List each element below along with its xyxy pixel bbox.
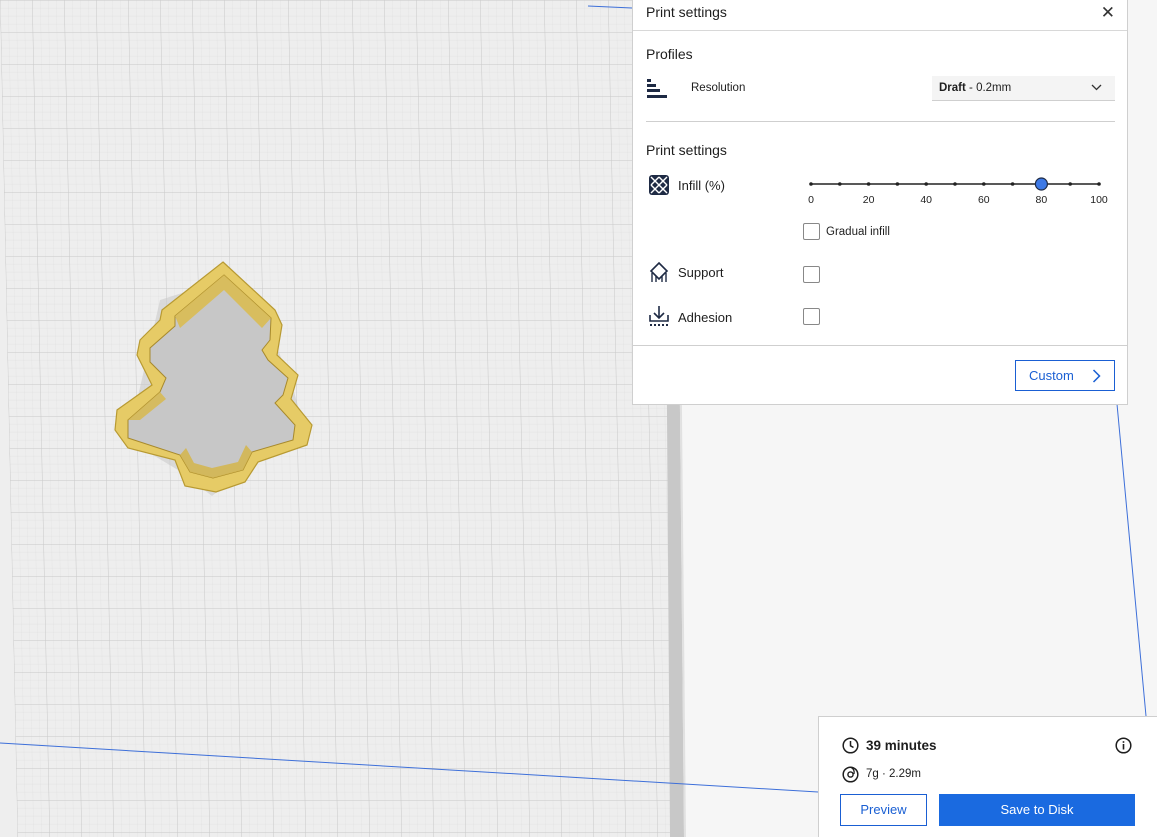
infill-tick-label: 20 <box>862 194 875 206</box>
infill-tick-labels: 0 20 40 60 80 100 <box>803 194 1113 208</box>
infill-slider[interactable] <box>809 174 1101 194</box>
gradual-infill-label: Gradual infill <box>826 226 890 238</box>
clock-icon <box>842 737 859 754</box>
infill-slider-tick <box>838 182 842 186</box>
chevron-down-icon <box>1091 84 1102 91</box>
resolution-value-rest: - 0.2mm <box>965 82 1012 94</box>
spool-icon <box>842 766 859 783</box>
gradual-infill-checkbox[interactable] <box>803 223 820 240</box>
info-icon[interactable] <box>1115 737 1132 754</box>
print-settings-heading: Print settings <box>646 142 727 158</box>
infill-pattern-icon <box>649 175 669 195</box>
infill-tick-label: 40 <box>920 194 933 206</box>
material-usage: 7g · 2.29m <box>866 768 921 780</box>
chevron-right-icon <box>1092 369 1101 383</box>
print-settings-panel: Print settings ✕ Profiles Resolution Dra… <box>632 0 1128 405</box>
adhesion-icon <box>649 306 669 326</box>
print-time: 39 minutes <box>866 738 937 753</box>
infill-slider-tick <box>866 182 871 186</box>
infill-slider-tick <box>895 182 900 186</box>
infill-slider-tick <box>924 182 928 186</box>
close-icon[interactable]: ✕ <box>1101 4 1115 21</box>
adhesion-label: Adhesion <box>678 310 733 325</box>
infill-tick-label: 80 <box>1035 194 1048 206</box>
infill-tick-label: 60 <box>977 194 990 206</box>
save-to-disk-button[interactable]: Save to Disk <box>939 794 1135 826</box>
custom-button-label: Custom <box>1029 368 1074 383</box>
infill-tick-label: 100 <box>1090 194 1108 206</box>
infill-slider-tick <box>1010 182 1015 186</box>
custom-settings-button[interactable]: Custom <box>1015 360 1115 391</box>
panel-title: Print settings <box>646 4 727 20</box>
infill-slider-tick <box>1097 182 1101 186</box>
profiles-heading: Profiles <box>646 46 693 62</box>
infill-slider-tick <box>809 182 813 186</box>
preview-button[interactable]: Preview <box>840 794 927 826</box>
infill-slider-tick <box>953 182 957 186</box>
divider <box>633 345 1127 346</box>
support-label: Support <box>678 265 724 280</box>
infill-label: Infill (%) <box>678 178 725 193</box>
resolution-bars-icon <box>647 79 667 98</box>
divider <box>646 121 1115 122</box>
resolution-label: Resolution <box>691 82 746 94</box>
adhesion-checkbox[interactable] <box>803 308 820 325</box>
resolution-dropdown[interactable]: Draft - 0.2mm <box>932 76 1115 101</box>
support-icon <box>649 261 669 282</box>
infill-slider-tick <box>1068 182 1072 186</box>
resolution-value-bold: Draft <box>939 82 966 94</box>
panel-header: Print settings ✕ <box>633 0 1127 31</box>
infill-tick-label: 0 <box>808 194 814 206</box>
support-checkbox[interactable] <box>803 266 820 283</box>
infill-slider-handle[interactable] <box>1034 177 1048 191</box>
infill-slider-tick <box>982 182 986 186</box>
print-estimate-panel: 39 minutes 7g · 2.29m Preview Save to Di… <box>818 716 1157 837</box>
